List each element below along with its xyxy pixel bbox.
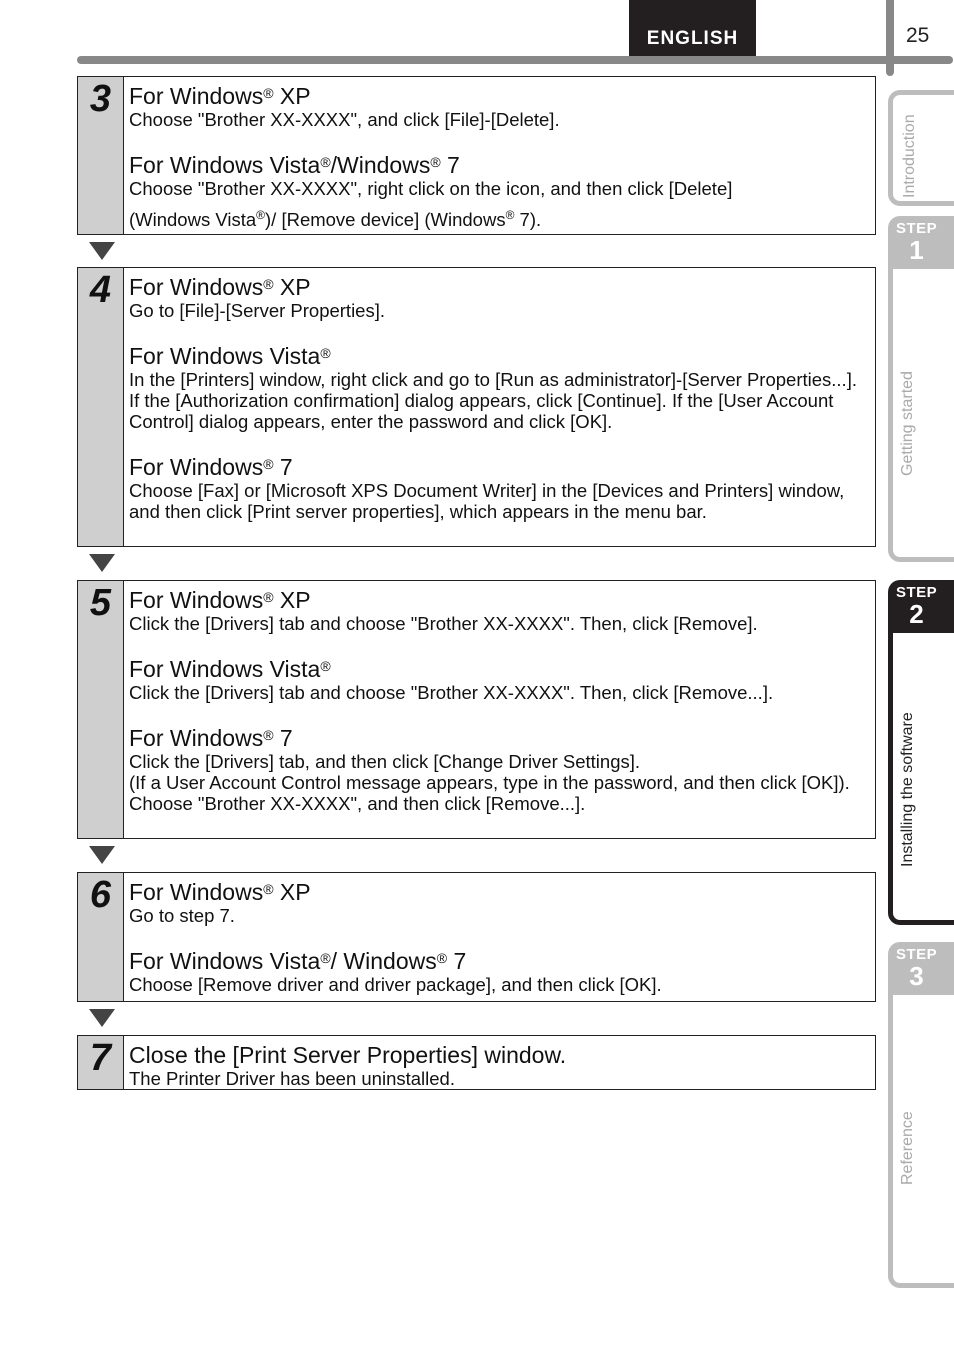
section-heading: Close the [Print Server Properties] wind… xyxy=(129,1042,567,1068)
side-tab-label: Reference xyxy=(899,1111,916,1185)
step-number: 7 xyxy=(78,1036,124,1089)
section-heading: For Windows® 7 xyxy=(129,725,293,751)
side-tab-label: Introduction xyxy=(901,114,918,198)
side-tab-step-2[interactable]: STEP 2 Installing the software xyxy=(888,580,954,925)
side-tab-label: Getting started xyxy=(899,371,916,476)
section-text: Go to [File]-[Server Properties]. xyxy=(129,300,386,321)
section-heading: For Windows® XP xyxy=(129,587,311,613)
section-text: Choose "Brother XX-XXXX", and click [Fil… xyxy=(129,109,560,130)
section-heading: For Windows Vista® xyxy=(129,656,331,682)
section-heading: For Windows® 7 xyxy=(129,454,293,480)
section-text: Choose "Brother XX-XXXX", right click on… xyxy=(129,178,733,199)
section-text: Choose "Brother XX-XXXX", and then click… xyxy=(129,793,586,814)
step-6: 6 For Windows® XP Go to step 7. For Wind… xyxy=(77,872,876,1002)
down-arrow-icon xyxy=(89,554,115,572)
section-text: In the [Printers] window, right click an… xyxy=(129,369,857,390)
header-vertical-rule xyxy=(886,0,894,76)
side-tab-step-3[interactable]: STEP 3 Reference xyxy=(888,942,954,1288)
section-text: Choose [Remove driver and driver package… xyxy=(129,974,662,995)
section-text: Click the [Drivers] tab, and then click … xyxy=(129,751,641,772)
side-tab-introduction[interactable]: Introduction xyxy=(888,90,954,206)
step-3: 3 For Windows® XP Choose "Brother XX-XXX… xyxy=(77,76,876,235)
section-heading: For Windows Vista®/ Windows® 7 xyxy=(129,948,467,974)
side-tab-label: Installing the software xyxy=(899,712,916,867)
step-number: 3 xyxy=(909,961,924,991)
section-heading: For Windows Vista®/Windows® 7 xyxy=(129,152,460,178)
page-number: 25 xyxy=(906,24,930,47)
step-7: 7 Close the [Print Server Properties] wi… xyxy=(77,1035,876,1090)
section-text: (Windows Vista®)/ [Remove device] (Windo… xyxy=(129,208,542,231)
down-arrow-icon xyxy=(89,1009,115,1027)
section-text: Choose [Fax] or [Microsoft XPS Document … xyxy=(129,480,845,522)
header-rule xyxy=(77,56,953,64)
step-number: 5 xyxy=(78,581,124,838)
section-heading: For Windows® XP xyxy=(129,83,311,109)
section-text: The Printer Driver has been uninstalled. xyxy=(129,1068,455,1089)
section-heading: For Windows® XP xyxy=(129,879,311,905)
step-number: 2 xyxy=(909,599,924,629)
step-number: 1 xyxy=(909,235,924,265)
section-text: Click the [Drivers] tab and choose "Brot… xyxy=(129,613,758,634)
step-number: 3 xyxy=(78,77,124,234)
down-arrow-icon xyxy=(89,242,115,260)
step-number: 6 xyxy=(78,873,124,1001)
section-heading: For Windows Vista® xyxy=(129,343,331,369)
section-heading: For Windows® XP xyxy=(129,274,311,300)
language-label: ENGLISH xyxy=(629,0,756,56)
section-text: Click the [Drivers] tab and choose "Brot… xyxy=(129,682,774,703)
step-number: 4 xyxy=(78,268,124,546)
section-text: If the [Authorization confirmation] dial… xyxy=(129,390,834,432)
step-4: 4 For Windows® XP Go to [File]-[Server P… xyxy=(77,267,876,547)
section-text: Go to step 7. xyxy=(129,905,235,926)
section-text: (If a User Account Control message appea… xyxy=(129,772,850,793)
side-tab-step-1[interactable]: STEP 1 Getting started xyxy=(888,216,954,562)
step-5: 5 For Windows® XP Click the [Drivers] ta… xyxy=(77,580,876,839)
down-arrow-icon xyxy=(89,846,115,864)
